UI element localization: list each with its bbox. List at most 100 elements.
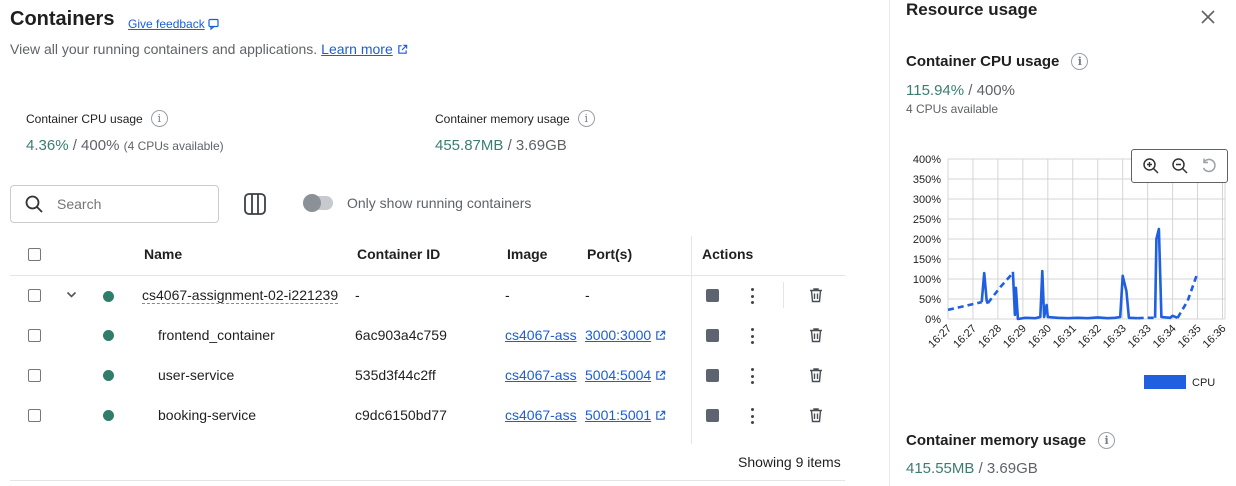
zoom-in-icon[interactable] xyxy=(1141,156,1161,176)
panel-memory-total: / 3.69GB xyxy=(978,460,1038,477)
container-id: c9dc6150bd77 xyxy=(355,407,447,423)
running-only-toggle[interactable] xyxy=(303,194,333,212)
row-checkbox[interactable] xyxy=(28,369,41,382)
status-running-dot xyxy=(103,330,114,341)
memory-usage-value: 455.87MB / 3.69GB xyxy=(435,137,567,154)
row-checkbox[interactable] xyxy=(28,409,41,422)
running-only-label: Only show running containers xyxy=(347,195,532,211)
subtitle-text: View all your running containers and app… xyxy=(10,41,318,57)
row-checkbox[interactable] xyxy=(28,329,41,342)
panel-memory-amount: 415.55MB xyxy=(906,460,975,477)
memory-total: / 3.69GB xyxy=(507,137,567,154)
port-link[interactable]: 5001:5001 xyxy=(585,407,666,423)
delete-icon[interactable] xyxy=(808,287,824,303)
container-port: - xyxy=(585,287,590,303)
container-image: - xyxy=(505,287,510,303)
stop-button[interactable] xyxy=(706,409,719,422)
y-tick-label: 400% xyxy=(913,154,941,166)
delete-icon[interactable] xyxy=(808,367,824,383)
info-icon[interactable]: i xyxy=(150,110,168,127)
stop-button[interactable] xyxy=(706,289,719,302)
memory-value: 455.87MB xyxy=(435,137,504,154)
close-icon[interactable] xyxy=(1200,9,1216,25)
container-id: 6ac903a4c759 xyxy=(355,327,447,343)
panel-cpu-heading-row: Container CPU usage i xyxy=(906,53,1089,70)
info-icon[interactable]: i xyxy=(1071,53,1089,70)
container-name[interactable]: booking-service xyxy=(158,407,256,423)
status-running-dot xyxy=(103,370,114,381)
panel-cpu-total: / 400% xyxy=(968,82,1015,99)
external-link-icon xyxy=(656,370,666,380)
external-link-icon xyxy=(656,330,666,340)
status-running-dot xyxy=(103,410,114,421)
cpu-usage-value: 4.36% / 400% (4 CPUs available) xyxy=(26,137,224,154)
panel-memory-heading-row: Container memory usage i xyxy=(906,432,1116,449)
reset-zoom-icon[interactable] xyxy=(1199,156,1219,176)
x-tick-label: 16:33 xyxy=(1126,323,1154,351)
stop-button[interactable] xyxy=(706,369,719,382)
container-image-link[interactable]: cs4067-ass xyxy=(505,327,578,343)
port-link[interactable]: 5004:5004 xyxy=(585,367,666,383)
row-checkbox[interactable] xyxy=(28,289,41,302)
container-id: - xyxy=(355,287,360,303)
x-tick-label: 16:31 xyxy=(1051,323,1079,351)
container-name[interactable]: cs4067-assignment-02-i221239 xyxy=(142,287,339,304)
cpu-series-line xyxy=(1011,269,1138,321)
more-options-button[interactable] xyxy=(745,328,759,344)
container-name[interactable]: user-service xyxy=(158,367,234,383)
cpu-series-line xyxy=(1153,227,1179,320)
more-options-button[interactable] xyxy=(745,368,759,384)
columns-icon[interactable] xyxy=(242,192,268,216)
port-link[interactable]: 3000:3000 xyxy=(585,327,666,343)
feedback-icon xyxy=(208,18,219,30)
x-tick-label: 16:27 xyxy=(926,323,954,351)
container-name[interactable]: frontend_container xyxy=(158,327,275,343)
panel-cpu-heading: Container CPU usage xyxy=(906,53,1060,70)
zoom-out-icon[interactable] xyxy=(1170,156,1190,176)
legend-swatch-cpu xyxy=(1144,375,1186,389)
cpu-percent: 4.36% xyxy=(26,137,69,154)
column-header-ports[interactable]: Port(s) xyxy=(587,246,632,262)
chart-zoom-controls xyxy=(1131,149,1228,183)
search-icon xyxy=(25,195,43,213)
panel-cpu-value: 115.94% / 400% xyxy=(906,82,1015,99)
y-tick-label: 200% xyxy=(913,234,941,246)
give-feedback-label: Give feedback xyxy=(128,17,205,31)
learn-more-link[interactable]: Learn more xyxy=(321,41,393,57)
x-tick-label: 16:33 xyxy=(1101,323,1129,351)
page-subtitle: View all your running containers and app… xyxy=(10,41,408,57)
search-box[interactable] xyxy=(10,185,219,223)
info-icon[interactable]: i xyxy=(1098,432,1116,449)
search-input[interactable] xyxy=(55,195,195,213)
cpu-series-line xyxy=(1176,272,1199,319)
container-image-link[interactable]: cs4067-ass xyxy=(505,367,578,383)
column-header-name[interactable]: Name xyxy=(144,246,182,262)
more-options-button[interactable] xyxy=(745,408,759,424)
x-tick-label: 16:27 xyxy=(951,323,979,351)
column-header-container-id[interactable]: Container ID xyxy=(357,246,440,262)
y-tick-label: 300% xyxy=(913,194,941,206)
footer-divider xyxy=(10,480,845,481)
select-all-checkbox[interactable] xyxy=(28,248,41,261)
chevron-down-icon[interactable] xyxy=(66,291,77,299)
info-icon[interactable]: i xyxy=(577,110,595,127)
items-count: Showing 9 items xyxy=(738,454,841,470)
stop-button[interactable] xyxy=(706,329,719,342)
y-tick-label: 50% xyxy=(919,294,941,306)
x-tick-label: 16:36 xyxy=(1201,323,1229,351)
y-tick-label: 100% xyxy=(913,274,941,286)
container-id: 535d3f44c2ff xyxy=(355,367,436,383)
panel-title: Resource usage xyxy=(906,0,1038,19)
delete-icon[interactable] xyxy=(808,407,824,423)
port-label: 5001:5001 xyxy=(585,407,652,423)
column-header-image[interactable]: Image xyxy=(507,246,547,262)
panel-cpu-available: 4 CPUs available xyxy=(906,102,999,116)
page-title: Containers xyxy=(10,8,115,30)
delete-icon[interactable] xyxy=(808,327,824,343)
more-options-button[interactable] xyxy=(745,288,759,304)
external-link-icon xyxy=(397,44,407,54)
cpu-total: / 400% xyxy=(72,137,120,154)
give-feedback-link[interactable]: Give feedback xyxy=(128,17,220,31)
container-image-link[interactable]: cs4067-ass xyxy=(505,407,578,423)
cpu-note: (4 CPUs available) xyxy=(123,139,224,153)
